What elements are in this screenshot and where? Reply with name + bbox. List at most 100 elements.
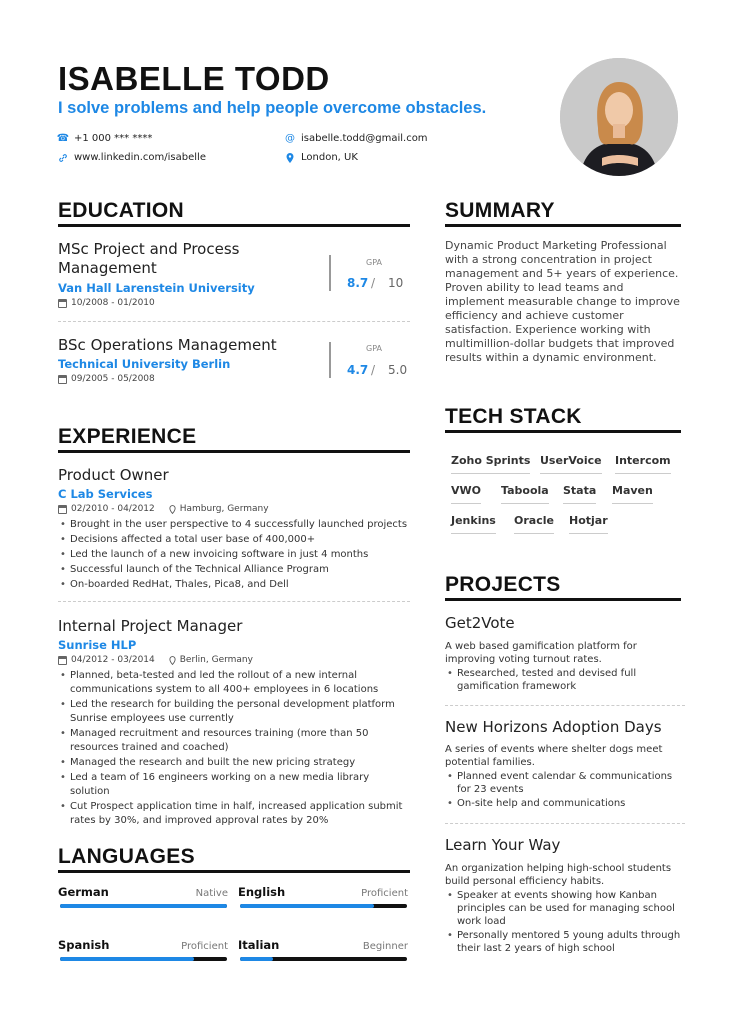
- education-school: Van Hall Larenstein University: [58, 281, 255, 295]
- list-item: On-boarded RedHat, Thales, Pica8, and De…: [58, 578, 408, 592]
- project-description: An organization helping high-school stud…: [445, 863, 672, 887]
- job-location-text: Berlin, Germany: [179, 655, 253, 665]
- language-bar-fill: [60, 957, 194, 961]
- job-company: C Lab Services: [58, 487, 153, 501]
- gpa-separator: /: [371, 363, 376, 377]
- job-title: Product Owner: [58, 466, 169, 484]
- experience-heading: EXPERIENCE: [58, 425, 197, 448]
- language-level: Native: [195, 888, 228, 899]
- tech-stack-heading: TECH STACK: [445, 405, 582, 428]
- tech-tag: Hotjar: [569, 514, 608, 534]
- project-bullets: Planned event calendar & communications …: [445, 770, 685, 811]
- education-dates-text: 10/2008 - 01/2010: [71, 298, 155, 308]
- list-item: Led the launch of a new invoicing softwa…: [58, 548, 408, 562]
- project-bullets: Speaker at events showing how Kanban pri…: [445, 889, 685, 956]
- list-item: Successful launch of the Technical Allia…: [58, 563, 408, 577]
- language-bar: [240, 904, 407, 908]
- gpa-value: 8.7: [347, 276, 369, 290]
- tech-tag: Zoho Sprints: [451, 454, 531, 474]
- project-title: Get2Vote: [445, 614, 515, 632]
- language-level: Proficient: [361, 888, 408, 899]
- education-dates-text: 09/2005 - 05/2008: [71, 374, 155, 384]
- email-contact[interactable]: @ isabelle.todd@gmail.com: [285, 133, 428, 144]
- job-location: Hamburg, Germany: [169, 504, 269, 514]
- list-item: Decisions affected a total user base of …: [58, 533, 408, 547]
- email-text[interactable]: isabelle.todd@gmail.com: [301, 133, 428, 144]
- divider: [445, 705, 685, 706]
- job-dates: 02/2010 - 04/2012: [71, 504, 155, 514]
- job-bullets: Brought in the user perspective to 4 suc…: [58, 518, 408, 593]
- phone-contact: ☎ +1 000 *** ****: [56, 132, 153, 144]
- tech-tag: Jenkins: [451, 514, 496, 534]
- divider: [58, 321, 410, 322]
- language-bar-fill: [240, 904, 374, 908]
- location-pin-icon: [169, 504, 176, 514]
- project-title: Learn Your Way: [445, 836, 561, 854]
- language-bar-fill: [240, 957, 274, 961]
- list-item: On-site help and communications: [445, 797, 685, 810]
- job-location: Berlin, Germany: [169, 655, 253, 665]
- location-pin-icon: [169, 655, 176, 665]
- location-contact: London, UK: [285, 152, 358, 163]
- phone-icon: ☎: [56, 132, 70, 144]
- education-dates: 10/2008 - 01/2010: [58, 298, 155, 308]
- project-description: A web based gamification platform for im…: [445, 641, 637, 665]
- list-item: Planned, beta-tested and led the rollout…: [58, 669, 408, 697]
- divider: [445, 823, 685, 824]
- language-bar: [240, 957, 407, 961]
- link-icon: [58, 153, 68, 163]
- list-item: Managed recruitment and resources traini…: [58, 727, 408, 755]
- list-item: Planned event calendar & communications …: [445, 770, 685, 796]
- project-bullets: Researched, tested and devised full gami…: [445, 667, 685, 694]
- linkedin-text[interactable]: www.linkedin.com/isabelle: [74, 152, 206, 163]
- education-dates: 09/2005 - 05/2008: [58, 374, 155, 384]
- candidate-name: ISABELLE TODD: [58, 60, 330, 97]
- languages-heading: LANGUAGES: [58, 845, 195, 868]
- education-degree: MSc Project and Process Management: [58, 240, 240, 277]
- tech-tag: Taboola: [501, 484, 549, 504]
- list-item: Researched, tested and devised full gami…: [445, 667, 685, 693]
- job-location-text: Hamburg, Germany: [179, 504, 269, 514]
- calendar-icon: [58, 504, 67, 514]
- job-title: Internal Project Manager: [58, 617, 243, 635]
- job-company: Sunrise HLP: [58, 638, 137, 652]
- education-school: Technical University Berlin: [58, 357, 231, 371]
- education-heading: EDUCATION: [58, 199, 184, 222]
- summary-heading: SUMMARY: [445, 199, 555, 222]
- job-bullets: Planned, beta-tested and led the rollout…: [58, 669, 408, 829]
- project-title: New Horizons Adoption Days: [445, 718, 662, 736]
- calendar-icon: [58, 374, 67, 384]
- language-name: Italian: [238, 938, 280, 952]
- education-degree: BSc Operations Management: [58, 336, 277, 354]
- calendar-icon: [58, 298, 67, 308]
- list-item: Brought in the user perspective to 4 suc…: [58, 518, 408, 532]
- calendar-icon: [58, 655, 67, 665]
- summary-text: Dynamic Product Marketing Professional w…: [445, 239, 680, 364]
- list-item: Speaker at events showing how Kanban pri…: [445, 889, 685, 928]
- language-level: Proficient: [181, 941, 228, 952]
- tech-tag: VWO: [451, 484, 481, 504]
- linkedin-contact[interactable]: www.linkedin.com/isabelle: [58, 152, 206, 163]
- tech-tag: Stata: [563, 484, 597, 504]
- gpa-divider: [329, 342, 331, 378]
- location-pin-icon: [285, 152, 295, 163]
- location-text: London, UK: [301, 152, 358, 163]
- gpa-separator: /: [371, 276, 376, 290]
- language-name: Spanish: [58, 938, 110, 952]
- language-name: German: [58, 885, 109, 899]
- tech-stack-rule: [445, 430, 681, 433]
- gpa-max: 10: [388, 276, 404, 290]
- language-bar: [60, 957, 227, 961]
- profile-photo: [560, 58, 678, 176]
- phone-text: +1 000 *** ****: [74, 133, 153, 144]
- gpa-divider: [329, 255, 331, 291]
- gpa-label: GPA: [366, 344, 382, 353]
- language-name: English: [238, 885, 286, 899]
- language-bar-fill: [60, 904, 227, 908]
- gpa-value: 4.7: [347, 363, 369, 377]
- list-item: Personally mentored 5 young adults throu…: [445, 929, 685, 955]
- divider: [58, 601, 410, 602]
- language-bar: [60, 904, 227, 908]
- gpa-label: GPA: [366, 258, 382, 267]
- list-item: Cut Prospect application time in half, i…: [58, 800, 408, 828]
